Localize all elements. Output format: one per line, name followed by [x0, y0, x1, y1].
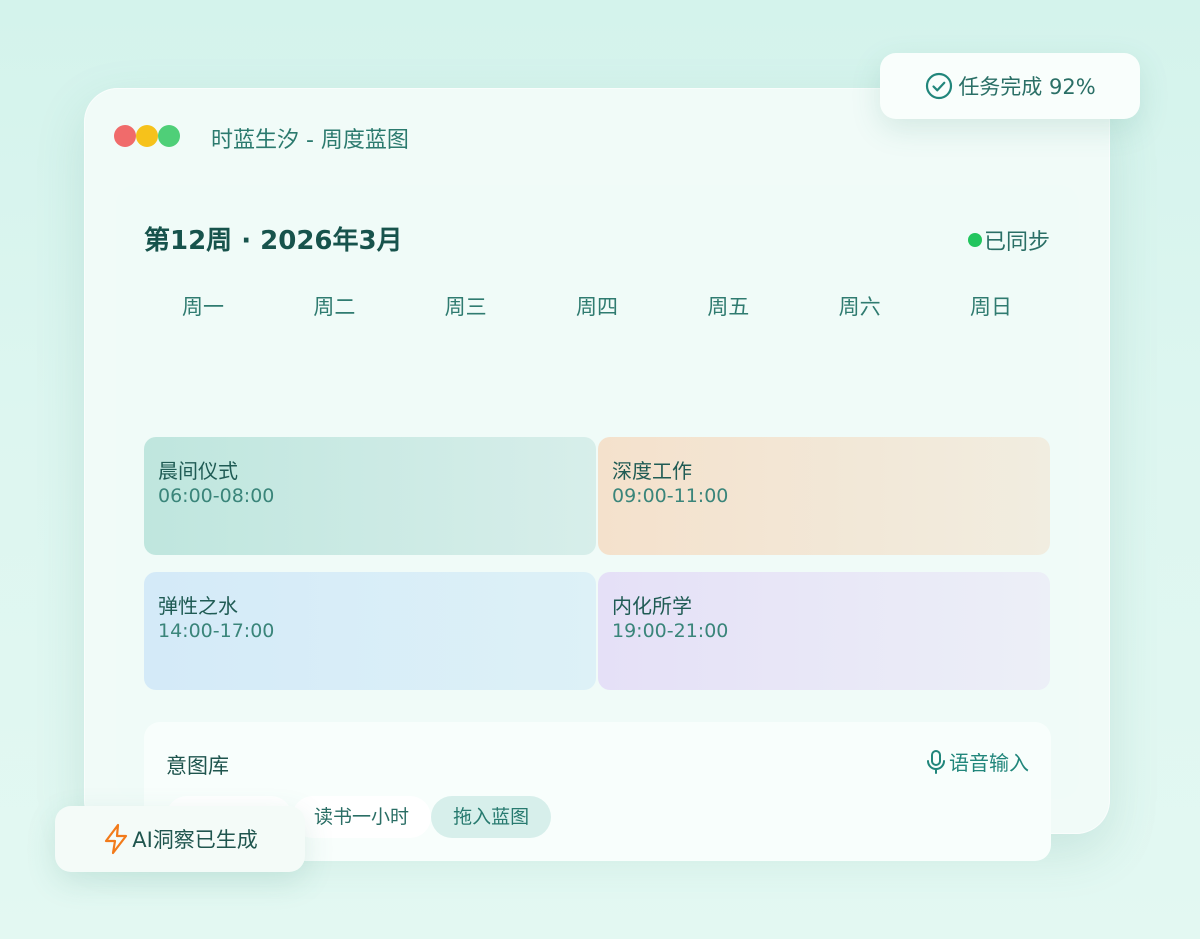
block-time: 19:00-21:00	[612, 620, 729, 642]
minimize-window-button[interactable]	[136, 125, 158, 147]
day-saturday[interactable]: 周六	[801, 291, 919, 321]
schedule-block-deep-work[interactable]: 深度工作 09:00-11:00	[598, 437, 1050, 555]
microphone-icon	[927, 749, 945, 774]
weekday-header: 周一 周二 周三 周四 周五 周六 周日	[144, 291, 1050, 321]
intent-chip[interactable]: 读书一小时	[292, 796, 432, 838]
block-time: 09:00-11:00	[612, 485, 729, 507]
day-tuesday[interactable]: 周二	[275, 291, 393, 321]
maximize-window-button[interactable]	[158, 125, 180, 147]
day-monday[interactable]: 周一	[144, 291, 262, 321]
block-time: 06:00-08:00	[158, 485, 275, 507]
week-title: 第12周 · 2026年3月	[144, 226, 403, 256]
lightning-icon	[105, 823, 128, 855]
task-completion-badge: 任务完成 92%	[880, 53, 1140, 119]
close-window-button[interactable]	[114, 125, 136, 147]
day-thursday[interactable]: 周四	[538, 291, 656, 321]
check-circle-icon	[926, 72, 953, 100]
day-sunday[interactable]: 周日	[932, 291, 1050, 321]
sync-status: 已同步	[967, 224, 1050, 256]
app-window: 时蓝生汐 - 周度蓝图 第12周 · 2026年3月 已同步 周一 周二 周三 …	[84, 88, 1110, 861]
voice-input-label: 语音输入	[949, 751, 1029, 775]
window-title: 时蓝生汐 - 周度蓝图	[211, 128, 409, 153]
schedule-block-morning-ritual[interactable]: 晨间仪式 06:00-08:00	[144, 437, 596, 555]
schedule-block-internalize[interactable]: 内化所学 19:00-21:00	[598, 572, 1050, 690]
ai-insight-label: AI洞察已生成	[132, 828, 258, 852]
block-name: 深度工作	[612, 459, 692, 483]
sync-status-dot	[967, 233, 982, 247]
day-friday[interactable]: 周五	[669, 291, 787, 321]
ai-insight-badge: AI洞察已生成	[55, 806, 305, 872]
block-name: 晨间仪式	[158, 459, 238, 483]
intent-library-title: 意图库	[166, 754, 229, 778]
drag-to-blueprint-button[interactable]: 拖入蓝图	[431, 796, 552, 838]
weekly-panel: 第12周 · 2026年3月 已同步 周一 周二 周三 周四 周五 周六 周日 …	[116, 185, 1079, 861]
sync-status-label: 已同步	[983, 230, 1050, 255]
day-wednesday[interactable]: 周三	[407, 291, 525, 321]
schedule-block-flexible-water[interactable]: 弹性之水 14:00-17:00	[144, 572, 596, 690]
block-time: 14:00-17:00	[158, 620, 275, 642]
voice-input-button[interactable]: 语音输入	[925, 747, 1029, 776]
task-completion-label: 任务完成 92%	[958, 75, 1096, 99]
block-name: 内化所学	[612, 594, 692, 618]
block-name: 弹性之水	[158, 594, 238, 618]
